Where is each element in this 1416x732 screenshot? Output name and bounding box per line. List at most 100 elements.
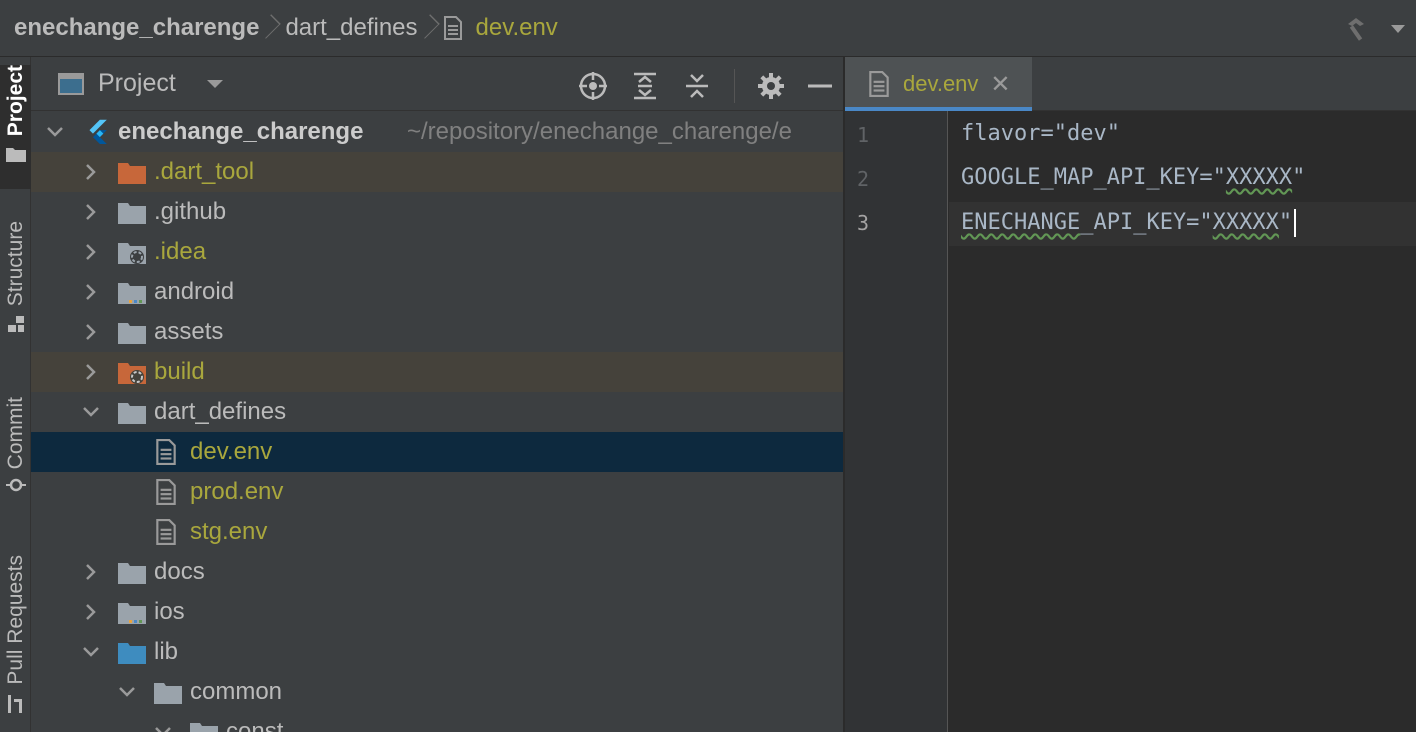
tree-item-label: .idea xyxy=(154,238,207,265)
code-text: " xyxy=(1292,165,1306,190)
code-text: GOOGLE_MAP_API_KEY=" xyxy=(961,165,1226,190)
code-line[interactable]: flavor="dev" xyxy=(961,121,1120,146)
tool-tab-commit[interactable]: Commit xyxy=(0,397,31,515)
code-text: _API_KEY=" xyxy=(1080,210,1213,235)
gear-icon[interactable] xyxy=(757,72,785,100)
close-icon[interactable]: ✕ xyxy=(990,70,1010,99)
chevron-right-icon[interactable] xyxy=(82,563,100,581)
code-line[interactable]: GOOGLE_MAP_API_KEY="XXXXX" xyxy=(961,165,1305,190)
chevron-down-icon[interactable] xyxy=(46,123,64,141)
editor-tab-dev-env[interactable]: dev.env ✕ xyxy=(845,57,1032,111)
tree-item-label: prod.env xyxy=(190,478,284,505)
chevron-right-icon[interactable] xyxy=(82,203,100,221)
pull-request-icon xyxy=(7,694,22,713)
line-number: 3 xyxy=(857,211,870,235)
chevron-right-icon[interactable] xyxy=(82,243,100,261)
editor-tab-label: dev.env xyxy=(903,71,979,96)
structure-icon xyxy=(7,316,24,333)
folder-icon xyxy=(190,723,218,732)
commit-icon xyxy=(5,479,26,492)
folder-icon xyxy=(118,203,146,224)
hide-panel-icon[interactable] xyxy=(807,73,833,99)
tree-item-dev-env[interactable]: dev.env xyxy=(31,432,843,472)
tree-root[interactable]: enechange_charenge ~/repository/enechang… xyxy=(31,112,843,152)
locate-file-icon[interactable] xyxy=(578,71,608,101)
tree-item-assets[interactable]: assets xyxy=(31,312,843,352)
tree-item-common[interactable]: common xyxy=(31,672,843,712)
tool-tab-structure[interactable]: Structure xyxy=(0,221,31,357)
editor-tab-bar: dev.env ✕ xyxy=(845,57,1416,111)
chevron-right-icon[interactable] xyxy=(82,363,100,381)
tree-item-lib[interactable]: lib xyxy=(31,632,843,672)
tree-item-label: lib xyxy=(154,638,179,665)
tree-item-stg-env[interactable]: stg.env xyxy=(31,512,843,552)
tree-item-label: .github xyxy=(154,198,227,225)
line-number-gutter: 1 2 3 xyxy=(845,111,948,732)
navigation-bar: enechange_charenge dart_defines dev.env xyxy=(0,0,1416,57)
folder-icon xyxy=(154,683,182,704)
breadcrumb-file[interactable]: dev.env xyxy=(476,14,558,42)
typo-word: XXXXX xyxy=(1212,210,1279,235)
tool-tab-pull-requests[interactable]: Pull Requests xyxy=(0,555,31,732)
tree-item-label: ios xyxy=(154,598,185,625)
tree-item-label: build xyxy=(154,358,205,385)
tree-item-build[interactable]: build xyxy=(31,352,843,392)
tree-item-ios[interactable]: ios xyxy=(31,592,843,632)
breadcrumb-separator xyxy=(424,15,434,41)
project-panel-header: Project xyxy=(31,57,843,111)
chevron-right-icon[interactable] xyxy=(82,603,100,621)
text-file-icon xyxy=(156,519,176,545)
code-text: " xyxy=(1278,210,1293,235)
project-view-selector[interactable]: Project xyxy=(98,69,176,98)
folder-icon xyxy=(5,148,26,163)
text-file-icon xyxy=(443,16,462,40)
tree-item-label: stg.env xyxy=(190,518,268,545)
tree-item-prod-env[interactable]: prod.env xyxy=(31,472,843,512)
tree-item-const[interactable]: const xyxy=(31,712,843,732)
text-file-icon xyxy=(156,439,176,465)
tree-item-label: docs xyxy=(154,558,205,585)
code-text: flavor="dev" xyxy=(961,121,1120,146)
folder-icon xyxy=(118,563,146,584)
project-tree: enechange_charenge ~/repository/enechang… xyxy=(31,112,843,732)
chevron-down-icon[interactable] xyxy=(154,723,172,732)
chevron-right-icon[interactable] xyxy=(82,323,100,341)
chevron-down-icon[interactable] xyxy=(82,403,100,421)
settings-folder-icon xyxy=(118,243,146,264)
tree-root-path: ~/repository/enechange_charenge/e xyxy=(407,118,792,145)
text-file-icon xyxy=(156,479,176,505)
collapse-all-icon[interactable] xyxy=(682,71,712,101)
text-caret xyxy=(1294,209,1297,237)
left-tool-strip: Project Structure Commit Pull Requests xyxy=(0,57,31,732)
chevron-right-icon[interactable] xyxy=(82,283,100,301)
tree-item-label: .dart_tool xyxy=(154,158,255,185)
folder-icon xyxy=(118,323,146,344)
expand-all-icon[interactable] xyxy=(630,71,660,101)
project-window-icon xyxy=(58,72,84,95)
build-hammer-icon[interactable] xyxy=(1342,14,1372,44)
tree-item-label: dart_defines xyxy=(154,398,287,425)
tree-item-dart-defines[interactable]: dart_defines xyxy=(31,392,843,432)
folder-icon xyxy=(118,403,146,424)
chevron-down-icon[interactable] xyxy=(82,643,100,661)
tree-item-github[interactable]: .github xyxy=(31,192,843,232)
chevron-down-icon[interactable] xyxy=(1390,23,1406,35)
tree-item-android[interactable]: android xyxy=(31,272,843,312)
breadcrumb-folder[interactable]: dart_defines xyxy=(285,14,417,42)
text-file-icon xyxy=(869,71,889,97)
module-folder-icon xyxy=(118,283,146,304)
tree-item-dart-tool[interactable]: .dart_tool xyxy=(31,152,843,192)
chevron-down-icon[interactable] xyxy=(118,683,136,701)
excluded-settings-folder-icon xyxy=(118,363,146,384)
chevron-down-icon[interactable] xyxy=(206,78,224,90)
tool-tab-project[interactable]: Project xyxy=(0,65,31,189)
code-line[interactable]: ENECHANGE_API_KEY="XXXXX" xyxy=(961,209,1297,237)
chevron-right-icon[interactable] xyxy=(82,163,100,181)
tree-item-docs[interactable]: docs xyxy=(31,552,843,592)
tool-tab-label: Commit xyxy=(3,397,27,470)
breadcrumb-project[interactable]: enechange_charenge xyxy=(14,14,259,42)
excluded-folder-icon xyxy=(118,163,146,184)
tool-tab-label: Pull Requests xyxy=(3,555,27,685)
tree-item-label: assets xyxy=(154,318,224,345)
tree-item-idea[interactable]: .idea xyxy=(31,232,843,272)
